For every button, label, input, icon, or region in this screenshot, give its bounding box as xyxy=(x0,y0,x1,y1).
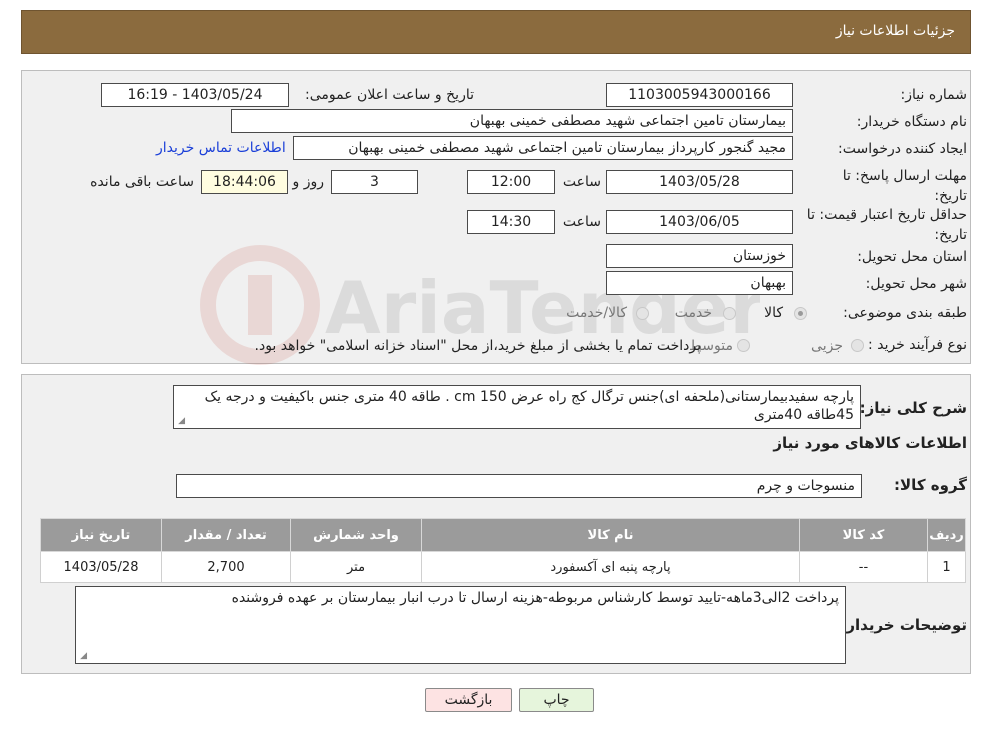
table-header-row: ردیف کد کالا نام کالا واحد شمارش تعداد /… xyxy=(40,518,966,552)
days-field: 3 xyxy=(331,170,418,194)
price-date-field: 1403/06/05 xyxy=(606,210,793,234)
description-field[interactable]: پارچه سفیدبیمارستانی(ملحفه ای)جنس ترگال … xyxy=(173,385,861,429)
buyer-contact-link[interactable]: اطلاعات تماس خریدار xyxy=(156,140,286,156)
print-button[interactable]: چاپ xyxy=(519,688,594,712)
page-title: جزئیات اطلاعات نیاز xyxy=(835,23,955,39)
days-label: روز و xyxy=(292,174,325,190)
col-row-number: ردیف xyxy=(927,518,966,552)
buyer-notes-text: پرداخت 2الی3ماهه-تایید توسط کارشناس مربو… xyxy=(231,590,839,606)
back-button[interactable]: بازگشت xyxy=(425,688,512,712)
category-option-goods-service: کالا/خدمت xyxy=(566,305,627,321)
category-label: طبقه بندی موضوعی: xyxy=(843,305,967,321)
cell-item-name: پارچه پنبه ای آکسفورد xyxy=(421,551,800,583)
city-field: بهبهان xyxy=(606,271,793,295)
items-table: ردیف کد کالا نام کالا واحد شمارش تعداد /… xyxy=(40,518,966,583)
cell-quantity: 2,700 xyxy=(161,551,291,583)
category-radio-service[interactable] xyxy=(723,307,736,320)
announce-field: 1403/05/24 - 16:19 xyxy=(101,83,289,107)
process-note: پرداخت تمام یا بخشی از مبلغ خرید،از محل … xyxy=(254,338,701,354)
category-radio-goods[interactable] xyxy=(794,307,807,320)
resize-grip-icon[interactable]: ◢ xyxy=(78,652,87,661)
buyer-org-field: بیمارستان تامین اجتماعی شهید مصطفی خمینی… xyxy=(231,109,793,133)
resize-grip-icon[interactable]: ◢ xyxy=(176,417,185,426)
announce-label: تاریخ و ساعت اعلان عمومی: xyxy=(305,87,474,103)
description-label: شرح کلی نیاز: xyxy=(859,399,967,417)
process-label: نوع فرآیند خرید : xyxy=(868,337,967,353)
process-option-minor: جزیی xyxy=(811,338,843,354)
reply-date-field: 1403/05/28 xyxy=(606,170,793,194)
buyer-notes-label: توضیحات خریدار: xyxy=(840,616,967,634)
province-field: خوزستان xyxy=(606,244,793,268)
page-header: جزئیات اطلاعات نیاز xyxy=(21,10,971,54)
need-number-field: 1103005943000166 xyxy=(606,83,793,107)
col-item-name: نام کالا xyxy=(421,518,800,552)
buyer-notes-field[interactable]: پرداخت 2الی3ماهه-تایید توسط کارشناس مربو… xyxy=(75,586,846,664)
remaining-label: ساعت باقی مانده xyxy=(90,174,194,190)
items-section-title: اطلاعات کالاهای مورد نیاز xyxy=(773,434,967,452)
reply-time-field: 12:00 xyxy=(467,170,555,194)
description-text: پارچه سفیدبیمارستانی(ملحفه ای)جنس ترگال … xyxy=(204,389,854,423)
process-radio-medium[interactable] xyxy=(737,339,750,352)
province-label: استان محل تحویل: xyxy=(857,249,967,265)
price-time-field: 14:30 xyxy=(467,210,555,234)
city-label: شهر محل تحویل: xyxy=(865,276,967,292)
col-unit: واحد شمارش xyxy=(290,518,422,552)
cell-item-code: -- xyxy=(799,551,928,583)
cell-unit: متر xyxy=(290,551,422,583)
goods-group-field: منسوجات و چرم xyxy=(176,474,862,498)
reply-deadline-label: مهلت ارسال پاسخ: تا تاریخ: xyxy=(842,168,967,204)
need-number-label: شماره نیاز: xyxy=(900,87,968,103)
creator-label: ایجاد کننده درخواست: xyxy=(838,141,967,157)
goods-group-label: گروه کالا: xyxy=(894,476,967,494)
category-radio-goods-service[interactable] xyxy=(636,307,649,320)
remaining-time-field: 18:44:06 xyxy=(201,170,288,194)
buyer-org-label: نام دستگاه خریدار: xyxy=(856,114,967,130)
category-option-goods: کالا xyxy=(764,305,783,321)
creator-field: مجید گنجور کارپرداز بیمارستان تامین اجتم… xyxy=(293,136,793,160)
reply-time-label: ساعت xyxy=(562,174,601,190)
process-radio-minor[interactable] xyxy=(851,339,864,352)
price-validity-label: حداقل تاریخ اعتبار قیمت: تا تاریخ: xyxy=(806,207,967,243)
cell-need-date: 1403/05/28 xyxy=(40,551,162,583)
table-row: 1 -- پارچه پنبه ای آکسفورد متر 2,700 140… xyxy=(40,551,966,583)
col-need-date: تاریخ نیاز xyxy=(40,518,162,552)
col-item-code: کد کالا xyxy=(799,518,928,552)
price-time-label: ساعت xyxy=(562,214,601,230)
col-quantity: تعداد / مقدار xyxy=(161,518,291,552)
cell-row-number: 1 xyxy=(927,551,966,583)
category-option-service: خدمت xyxy=(674,305,712,321)
